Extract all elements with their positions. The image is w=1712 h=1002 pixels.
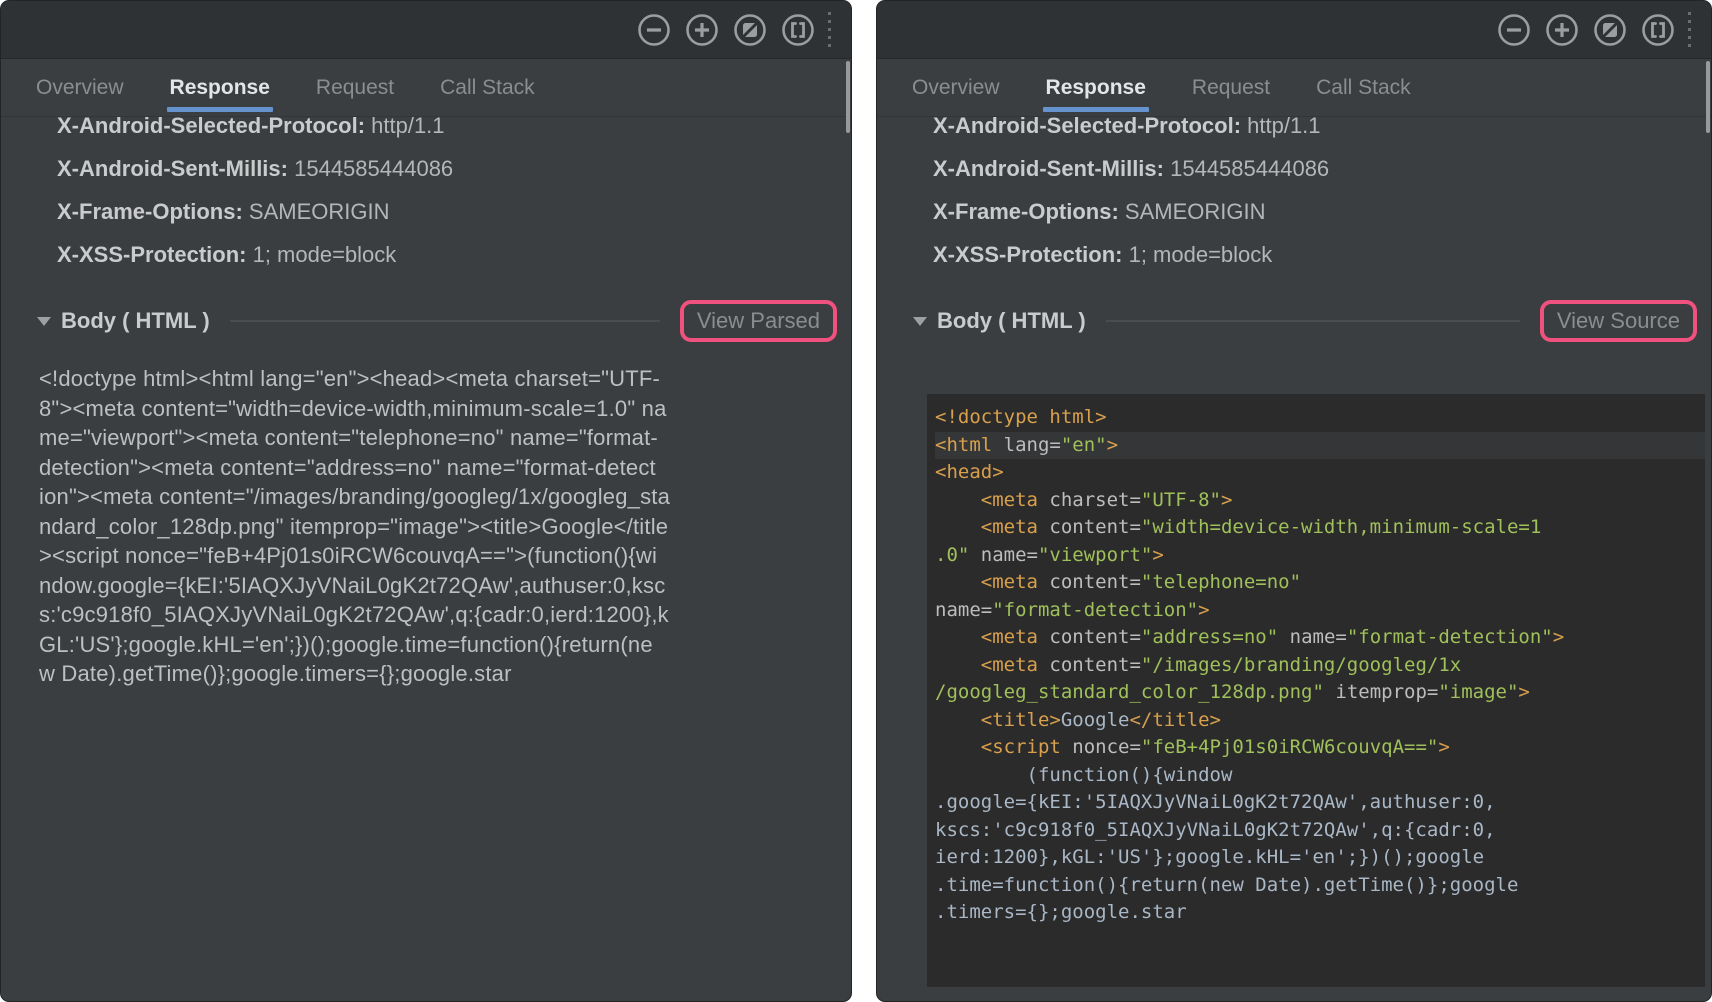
header-value: SAMEORIGIN bbox=[249, 199, 390, 225]
profiler-toolbar bbox=[1, 1, 851, 59]
code-line: ierd:1200},kGL:'US'};google.kHL='en';})(… bbox=[935, 844, 1705, 872]
body-text-line: me="viewport"><meta content="telephone=n… bbox=[39, 423, 817, 453]
scrollbar-thumb[interactable] bbox=[1706, 61, 1710, 133]
header-row: X-Frame-Options: SAMEORIGIN bbox=[877, 190, 1711, 233]
view-source-button[interactable]: View Source bbox=[1540, 300, 1697, 342]
zoom-out-icon[interactable] bbox=[1497, 13, 1531, 47]
section-divider bbox=[230, 320, 660, 322]
header-value: SAMEORIGIN bbox=[1125, 199, 1266, 225]
code-line: .time=function(){return(new Date).getTim… bbox=[935, 872, 1705, 900]
header-value: 1544585444086 bbox=[294, 156, 453, 182]
header-row: X-XSS-Protection: 1; mode=block bbox=[1, 233, 851, 276]
code-line: <script nonce="feB+4Pj01s0iRCW6couvqA=="… bbox=[935, 734, 1705, 762]
code-line: /googleg_standard_color_128dp.png" itemp… bbox=[935, 679, 1705, 707]
detail-tabs: Overview Response Request Call Stack bbox=[1, 59, 851, 117]
header-row: X-Android-Sent-Millis: 1544585444086 bbox=[1, 147, 851, 190]
reset-zoom-icon[interactable] bbox=[1593, 13, 1627, 47]
zoom-to-selection-icon[interactable] bbox=[781, 13, 815, 47]
header-label: X-Android-Selected-Protocol bbox=[57, 117, 358, 139]
body-text-line: <!doctype html><html lang="en"><head><me… bbox=[39, 364, 817, 394]
code-line: <head> bbox=[935, 459, 1705, 487]
code-line: .google={kEI:'5IAQXJyVNaiL0gK2t72QAw',au… bbox=[935, 789, 1705, 817]
tab-request[interactable]: Request bbox=[1192, 59, 1270, 116]
profiler-toolbar bbox=[877, 1, 1711, 59]
code-line: <meta content="address=no" name="format-… bbox=[935, 624, 1705, 652]
code-line: <meta content="telephone=no" bbox=[935, 569, 1705, 597]
header-label: X-Frame-Options bbox=[57, 199, 235, 225]
section-divider bbox=[1106, 320, 1520, 322]
body-text-line: ><script nonce="feB+4Pj01s0iRCW6couvqA==… bbox=[39, 541, 817, 571]
header-row: X-XSS-Protection: 1; mode=block bbox=[877, 233, 1711, 276]
header-label: X-Android-Sent-Millis bbox=[57, 156, 281, 182]
code-line: .0" name="viewport"> bbox=[935, 542, 1705, 570]
header-value: 1; mode=block bbox=[1129, 242, 1273, 268]
header-row: X-Android-Selected-Protocol: http/1.1 bbox=[1, 117, 851, 147]
collapse-triangle-icon[interactable] bbox=[913, 317, 927, 326]
header-label: X-XSS-Protection bbox=[57, 242, 239, 268]
zoom-to-selection-icon[interactable] bbox=[1641, 13, 1675, 47]
body-text-line: s:'c9c918f0_5IAQXJyVNaiL0gK2t72QAw',q:{c… bbox=[39, 600, 817, 630]
body-text-line: detection"><meta content="address=no" na… bbox=[39, 453, 817, 483]
header-label: X-Android-Sent-Millis bbox=[933, 156, 1157, 182]
code-line: <meta content="width=device-width,minimu… bbox=[935, 514, 1705, 542]
response-content: X-Android-Selected-Protocol: http/1.1 X-… bbox=[877, 117, 1711, 1001]
network-inspector-panel-parsed: Overview Response Request Call Stack X-A… bbox=[0, 0, 852, 1002]
right-code-lines: <!doctype html><html lang="en"><head> <m… bbox=[927, 394, 1705, 987]
body-section-title: Body ( HTML ) bbox=[937, 308, 1086, 334]
header-value: http/1.1 bbox=[1247, 117, 1320, 139]
tab-overview[interactable]: Overview bbox=[36, 59, 124, 116]
detail-tabs: Overview Response Request Call Stack bbox=[877, 59, 1711, 117]
view-parsed-button[interactable]: View Parsed bbox=[680, 300, 837, 342]
header-label: X-Frame-Options bbox=[933, 199, 1111, 225]
code-line: <meta charset="UTF-8"> bbox=[935, 487, 1705, 515]
header-value: http/1.1 bbox=[371, 117, 444, 139]
body-text-line: ion"><meta content="/images/branding/goo… bbox=[39, 482, 817, 512]
tab-response[interactable]: Response bbox=[1046, 59, 1146, 116]
tab-call-stack[interactable]: Call Stack bbox=[1316, 59, 1411, 116]
body-text-line: w Date).getTime()};google.timers={};goog… bbox=[39, 659, 817, 689]
header-row: X-Android-Sent-Millis: 1544585444086 bbox=[877, 147, 1711, 190]
code-line: <html lang="en"> bbox=[935, 432, 1705, 460]
code-line: <!doctype html> bbox=[935, 404, 1705, 432]
code-line: <meta content="/images/branding/googleg/… bbox=[935, 652, 1705, 680]
header-value: 1; mode=block bbox=[253, 242, 397, 268]
scrollbar-thumb[interactable] bbox=[846, 61, 850, 133]
header-row: X-Frame-Options: SAMEORIGIN bbox=[1, 190, 851, 233]
header-row: X-Android-Selected-Protocol: http/1.1 bbox=[877, 117, 1711, 147]
code-line: (function(){window bbox=[935, 762, 1705, 790]
body-text-line: ndard_color_128dp.png" itemprop="image">… bbox=[39, 512, 817, 542]
collapse-triangle-icon[interactable] bbox=[37, 317, 51, 326]
tab-call-stack[interactable]: Call Stack bbox=[440, 59, 535, 116]
header-label: X-XSS-Protection bbox=[933, 242, 1115, 268]
network-inspector-panel-source: Overview Response Request Call Stack X-A… bbox=[876, 0, 1712, 1002]
code-line: <title>Google</title> bbox=[935, 707, 1705, 735]
drag-grip-icon[interactable] bbox=[1688, 12, 1691, 52]
body-text-line: ndow.google={kEI:'5IAQXJyVNaiL0gK2t72QAw… bbox=[39, 571, 817, 601]
tab-request[interactable]: Request bbox=[316, 59, 394, 116]
tab-overview[interactable]: Overview bbox=[912, 59, 1000, 116]
body-section-title: Body ( HTML ) bbox=[61, 308, 210, 334]
body-text-line: GL:'US'};google.kHL='en';})();google.tim… bbox=[39, 630, 817, 660]
zoom-in-icon[interactable] bbox=[1545, 13, 1579, 47]
drag-grip-icon[interactable] bbox=[828, 12, 831, 52]
header-value: 1544585444086 bbox=[1170, 156, 1329, 182]
header-label: X-Android-Selected-Protocol bbox=[933, 117, 1234, 139]
body-section-header: Body ( HTML ) View Parsed bbox=[1, 298, 851, 344]
zoom-in-icon[interactable] bbox=[685, 13, 719, 47]
code-line: .timers={};google.star bbox=[935, 899, 1705, 927]
body-text-line: 8"><meta content="width=device-width,min… bbox=[39, 394, 817, 424]
reset-zoom-icon[interactable] bbox=[733, 13, 767, 47]
left-body-text: <!doctype html><html lang="en"><head><me… bbox=[39, 364, 817, 689]
zoom-out-icon[interactable] bbox=[637, 13, 671, 47]
code-line: name="format-detection"> bbox=[935, 597, 1705, 625]
code-line: kscs:'c9c918f0_5IAQXJyVNaiL0gK2t72QAw',q… bbox=[935, 817, 1705, 845]
tab-response[interactable]: Response bbox=[170, 59, 270, 116]
response-content: X-Android-Selected-Protocol: http/1.1 X-… bbox=[1, 117, 851, 1001]
body-section-header: Body ( HTML ) View Source bbox=[877, 298, 1711, 344]
